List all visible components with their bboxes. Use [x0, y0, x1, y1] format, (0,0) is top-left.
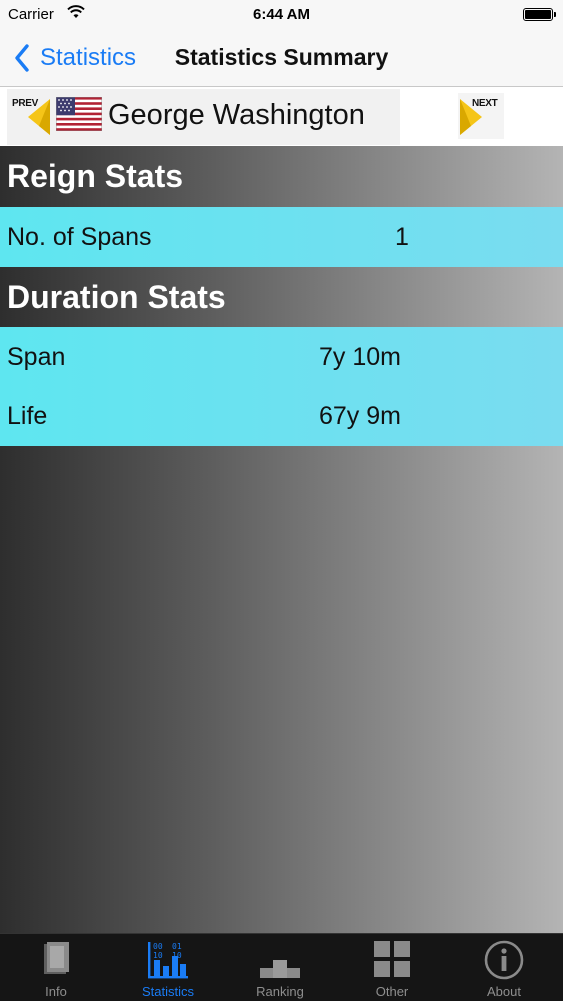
- navigation-bar: Statistics Statistics Summary: [0, 30, 563, 87]
- tab-statistics[interactable]: 00 01 10 10 Statistics: [112, 934, 224, 1001]
- tab-label: Statistics: [141, 984, 194, 999]
- prev-button[interactable]: PREV: [8, 93, 54, 139]
- tab-label: Ranking: [256, 984, 304, 999]
- row-value: 1: [395, 223, 409, 251]
- grid-icon: [374, 941, 410, 977]
- tab-bar: Info 00 01 10 10 Statistics Ranking Othe…: [0, 933, 563, 1001]
- person-selector: PREV George Washington NEXT: [0, 87, 563, 146]
- person-name: George Washington: [108, 99, 365, 131]
- row-value: 67y 9m: [319, 402, 401, 430]
- row-label: Life: [7, 402, 48, 430]
- table-row: Life 67y 9m: [0, 386, 563, 446]
- section-header-reign: Reign Stats: [7, 158, 184, 194]
- section-header-duration: Duration Stats: [7, 279, 226, 315]
- arrow-right-icon: [460, 99, 482, 135]
- podium-icon: [260, 960, 300, 978]
- tab-label: Other: [375, 984, 409, 999]
- row-label: No. of Spans: [7, 223, 152, 251]
- battery-icon: [523, 8, 556, 21]
- arrow-left-icon: [28, 99, 50, 135]
- tab-info[interactable]: Info: [0, 934, 112, 1001]
- status-bar: Carrier 6:44 AM: [0, 0, 563, 30]
- info-icon: [484, 940, 524, 980]
- back-button-label: Statistics: [40, 44, 137, 71]
- next-button[interactable]: NEXT: [458, 93, 504, 139]
- tab-label: Info: [45, 984, 67, 999]
- row-value: 7y 10m: [319, 343, 401, 371]
- tab-ranking[interactable]: Ranking: [224, 934, 336, 1001]
- svg-text:10: 10: [153, 951, 163, 960]
- back-button[interactable]: Statistics: [14, 42, 136, 74]
- table-row: No. of Spans 1: [0, 207, 563, 267]
- svg-text:01: 01: [172, 942, 182, 951]
- table-row: Span 7y 10m: [0, 327, 563, 387]
- stats-content: Reign Stats No. of Spans 1 Duration Stat…: [0, 146, 563, 933]
- tab-other[interactable]: Other: [336, 934, 448, 1001]
- carrier-label: Carrier: [8, 6, 54, 23]
- statistics-icon: 00 01 10 10: [148, 942, 188, 979]
- svg-text:00: 00: [153, 942, 163, 951]
- book-icon: [44, 942, 69, 974]
- svg-text:10: 10: [172, 951, 182, 960]
- chevron-left-icon: [15, 44, 29, 72]
- tab-label: About: [487, 984, 521, 999]
- wifi-icon: [67, 5, 85, 18]
- tab-about[interactable]: About: [448, 934, 560, 1001]
- us-flag-icon: [56, 97, 102, 131]
- row-label: Span: [7, 343, 66, 371]
